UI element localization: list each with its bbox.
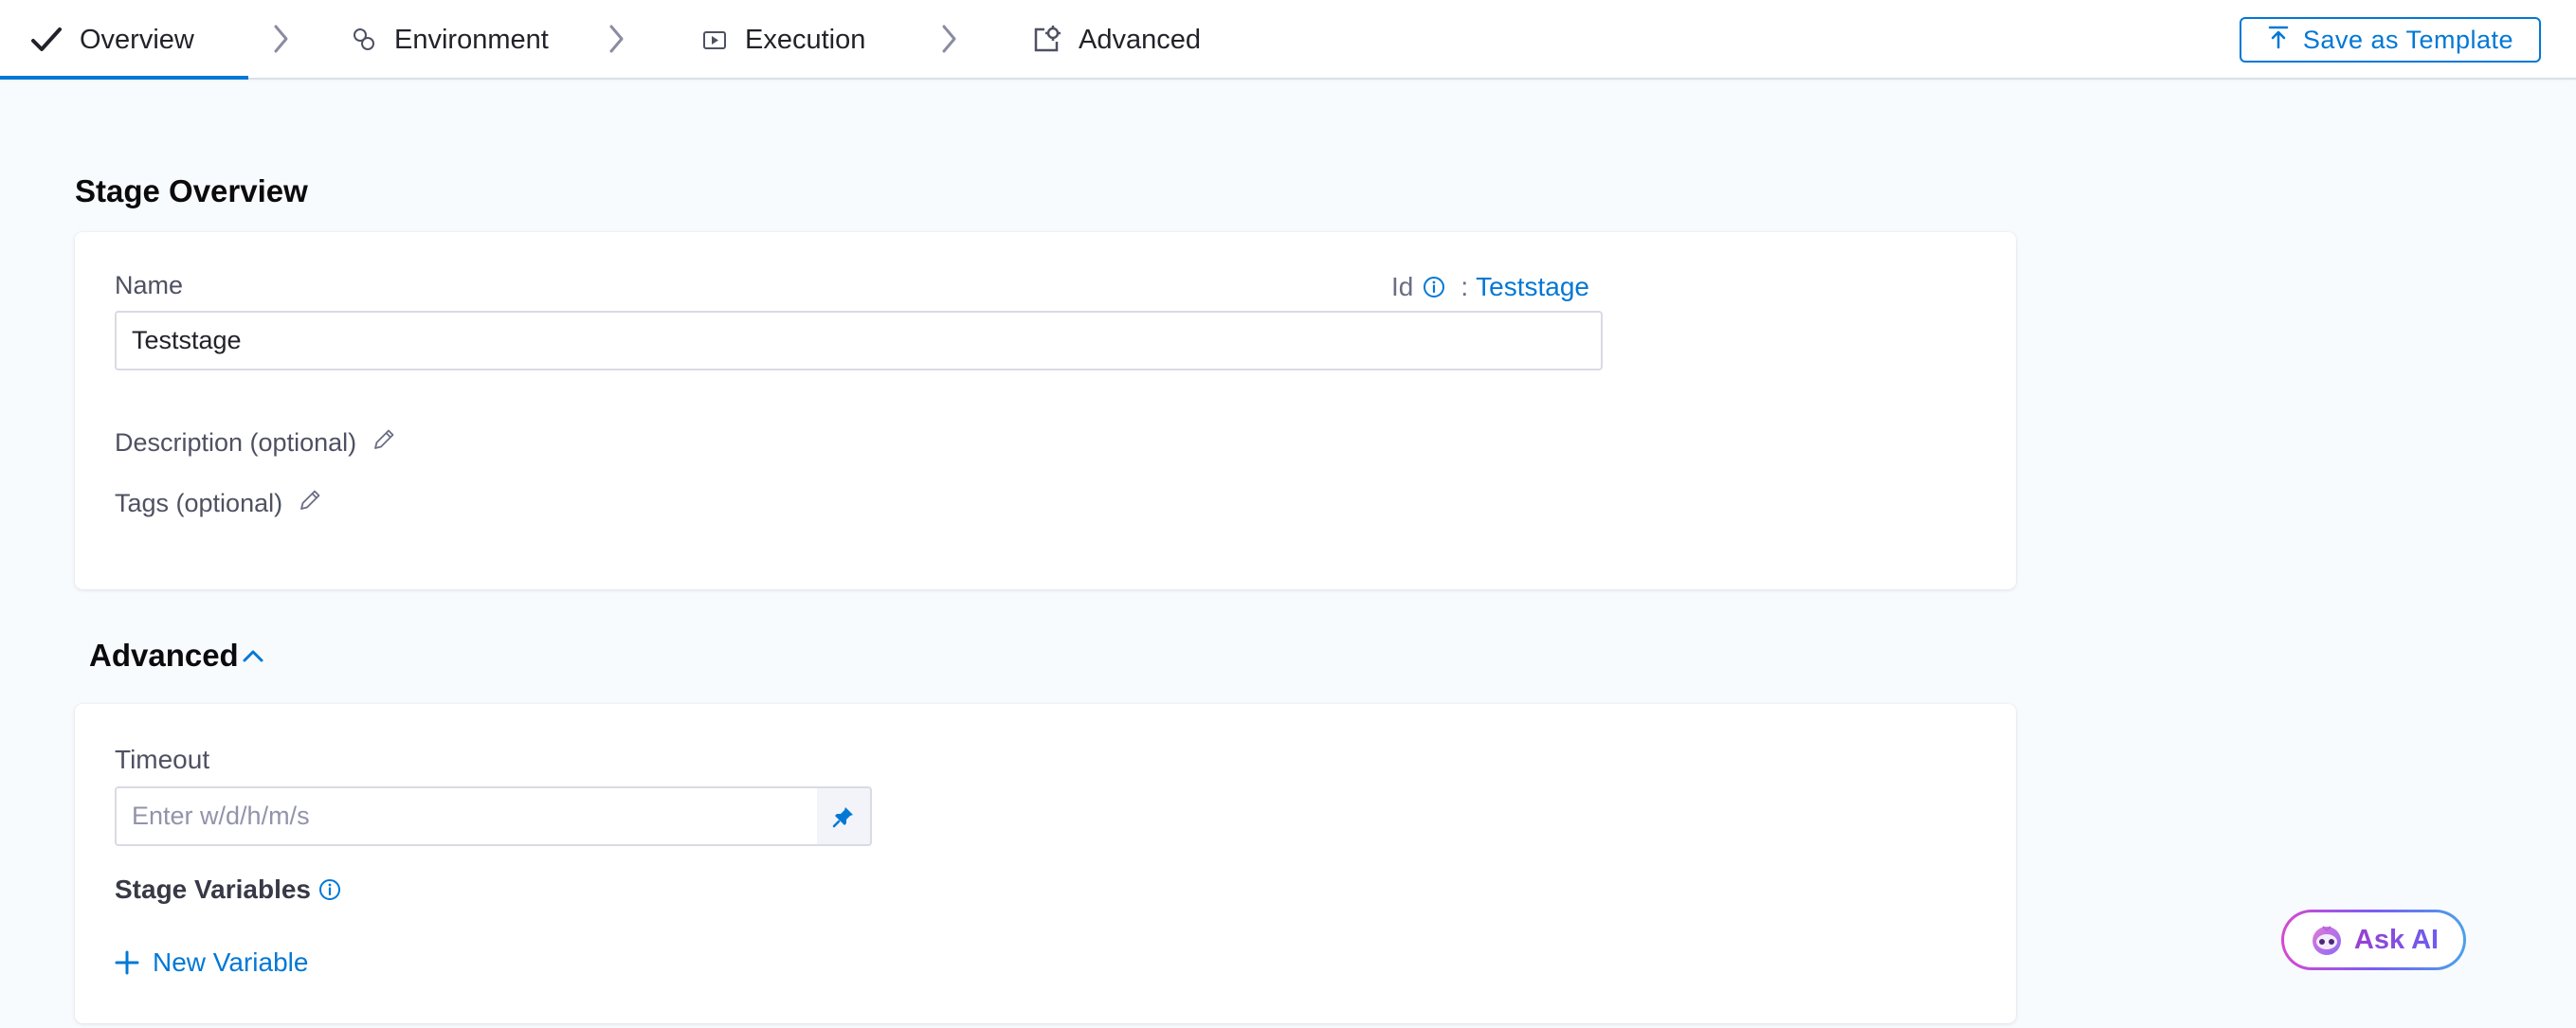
pin-icon[interactable] xyxy=(817,786,872,846)
chevron-right-icon xyxy=(940,23,959,60)
stage-variables-heading: Stage Variables xyxy=(115,875,341,905)
advanced-settings-icon xyxy=(1031,25,1061,55)
upload-icon xyxy=(2267,25,2290,56)
timeout-input[interactable] xyxy=(115,786,819,846)
tab-overview[interactable]: Overview xyxy=(30,0,194,80)
stage-tabs-bar: Overview Environment Execution Advanced … xyxy=(0,0,2576,80)
tab-execution[interactable]: Execution xyxy=(701,0,865,80)
tags-label: Tags (optional) xyxy=(115,489,283,517)
tab-label: Execution xyxy=(745,24,866,55)
description-label: Description (optional) xyxy=(115,428,357,457)
stage-variables-label: Stage Variables xyxy=(115,875,312,904)
stage-overview-title: Stage Overview xyxy=(75,173,308,208)
new-variable-button[interactable]: New Variable xyxy=(115,944,308,982)
advanced-section-toggle[interactable]: Advanced xyxy=(89,638,265,674)
timeout-label: Timeout xyxy=(115,745,210,774)
stage-name-input[interactable] xyxy=(115,311,1603,370)
save-as-template-button[interactable]: Save as Template xyxy=(2240,17,2541,63)
stage-id: Id : Teststage xyxy=(1391,268,1589,306)
ask-ai-label: Ask AI xyxy=(2353,924,2440,955)
tab-environment[interactable]: Environment xyxy=(351,0,549,80)
id-value: Teststage xyxy=(1476,272,1589,301)
tab-label: Environment xyxy=(394,24,549,55)
tab-label: Advanced xyxy=(1079,24,1201,55)
tab-advanced[interactable]: Advanced xyxy=(1031,0,1201,80)
chevron-right-icon xyxy=(272,23,291,60)
save-as-template-label: Save as Template xyxy=(2302,25,2514,54)
id-separator: : xyxy=(1460,272,1469,301)
execution-icon xyxy=(701,27,728,53)
info-icon[interactable] xyxy=(318,878,341,901)
stage-overview-card xyxy=(75,232,2016,589)
plus-icon xyxy=(115,950,139,975)
description-field[interactable]: Description (optional) xyxy=(115,427,396,459)
advanced-title: Advanced xyxy=(89,638,239,673)
id-label: Id xyxy=(1391,272,1414,301)
name-label: Name xyxy=(115,271,184,299)
check-icon xyxy=(30,26,63,54)
info-icon[interactable] xyxy=(1423,276,1445,298)
pencil-icon[interactable] xyxy=(372,427,396,459)
advanced-card xyxy=(75,704,2016,1023)
chevron-right-icon xyxy=(608,23,626,60)
chevron-up-icon[interactable] xyxy=(241,645,265,666)
tags-field[interactable]: Tags (optional) xyxy=(115,488,322,519)
environment-icon xyxy=(351,27,377,53)
ask-ai-button[interactable]: Ask AI xyxy=(2281,910,2466,970)
pencil-icon[interactable] xyxy=(298,488,322,519)
tab-label: Overview xyxy=(80,24,194,55)
ai-assistant-icon xyxy=(2309,922,2345,958)
active-tab-indicator xyxy=(0,76,248,80)
new-variable-label: New Variable xyxy=(153,947,309,977)
